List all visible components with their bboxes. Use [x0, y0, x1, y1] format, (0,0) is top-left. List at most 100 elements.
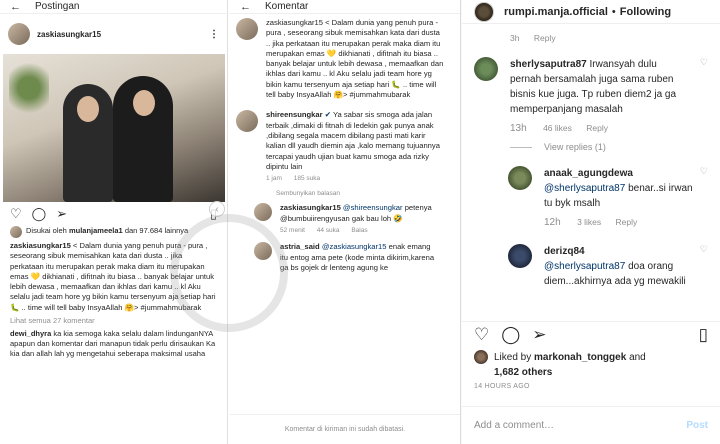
- heart-icon[interactable]: ♡: [10, 206, 22, 222]
- avatar[interactable]: [236, 110, 258, 133]
- list-item: astria_said @zaskiasungkar15 enak emang …: [230, 236, 460, 273]
- photo-person-man: [63, 84, 113, 202]
- post-username[interactable]: zaskiasungkar15: [37, 30, 101, 39]
- view-all-comments[interactable]: Lihat semua 27 komentar: [0, 313, 227, 328]
- post-button[interactable]: Post: [686, 420, 708, 431]
- following-button[interactable]: Following: [620, 6, 671, 18]
- likes-prefix: Disukai oleh: [26, 226, 67, 235]
- back-arrow-icon[interactable]: ←: [10, 1, 21, 13]
- list-item: shireensungkar ✔ Ya sabar sis smoga ada …: [230, 100, 460, 184]
- avatar[interactable]: [254, 203, 272, 222]
- view-replies-link[interactable]: View replies (1): [462, 136, 720, 152]
- comments-header-title: Komentar: [265, 1, 309, 12]
- reply-mention[interactable]: @shireensungkar: [343, 203, 403, 212]
- avatar[interactable]: [474, 1, 494, 22]
- reply-mention[interactable]: @sherlysaputra87: [544, 183, 625, 194]
- likes-user[interactable]: mulanjameela1: [69, 226, 123, 235]
- avatar[interactable]: [508, 244, 532, 268]
- post-detail-panel: rumpi.manja.official • Following 3h Repl…: [462, 0, 720, 444]
- comments-limited-notice: Komentar di kiriman ini sudah dibatasi.: [230, 414, 460, 444]
- reply-user[interactable]: zaskiasungkar15: [280, 203, 341, 212]
- post-likes: Disukai oleh mulanjameela1 dan 97.684 la…: [0, 226, 227, 238]
- avatar[interactable]: [236, 18, 258, 40]
- reply-button[interactable]: Reply: [534, 33, 556, 43]
- liked-by-and: and: [629, 352, 646, 363]
- liked-by-user[interactable]: markonah_tonggek: [534, 352, 626, 363]
- post-action-bar: ♡ ◯ ➢ ▯: [462, 321, 720, 347]
- photo-person-woman: [113, 76, 173, 202]
- reply-meta: 12h 3 likes Reply: [544, 215, 694, 230]
- list-item: sherlysaputra87 Irwansyah dulu pernah be…: [462, 43, 720, 136]
- heart-icon[interactable]: ♡: [700, 166, 708, 177]
- comment-text: Ya sabar sis smoga ada jalan terbaik ,di…: [266, 110, 440, 171]
- photo-plant: [9, 58, 49, 118]
- add-comment-bar: Add a comment… Post: [462, 406, 720, 444]
- comment-time: 3h: [510, 33, 520, 43]
- liked-by-count[interactable]: 1,682 others: [494, 367, 552, 378]
- heart-icon[interactable]: ♡: [700, 244, 708, 255]
- reply-meta: 52 menit 44 suka Balas: [280, 226, 440, 236]
- comment-icon[interactable]: ◯: [501, 325, 520, 345]
- separator-dot: •: [611, 5, 616, 18]
- post-photo[interactable]: [3, 54, 225, 202]
- post-header-title: Postingan: [35, 1, 80, 12]
- comment-meta: 3h Reply: [462, 25, 720, 43]
- post-header: ← Postingan: [0, 0, 227, 14]
- comments-header: ← Komentar: [230, 0, 460, 14]
- comment-user[interactable]: dewi_dhyra: [10, 329, 51, 338]
- liked-by-prefix: Liked by: [494, 352, 532, 363]
- reply-time: 12h: [544, 217, 561, 228]
- reply-button[interactable]: Reply: [616, 217, 638, 227]
- avatar[interactable]: [254, 242, 272, 261]
- comment-time: 13h: [510, 123, 527, 134]
- reply-button[interactable]: Reply: [586, 123, 608, 133]
- post-caption: zaskiasungkar15 < Dalam dunia yang penuh…: [0, 238, 227, 313]
- add-comment-input[interactable]: Add a comment…: [474, 420, 554, 431]
- comments-list[interactable]: 3h Reply sherlysaputra87 Irwansyah dulu …: [462, 25, 720, 318]
- avatar: [474, 350, 488, 364]
- post-likes: Liked by markonah_tonggek and 1,682 othe…: [474, 350, 646, 380]
- reply-likes[interactable]: 3 likes: [577, 217, 601, 227]
- bookmark-icon[interactable]: ▯: [699, 325, 708, 345]
- chevron-left-icon[interactable]: ‹: [209, 201, 225, 217]
- list-item: zaskiasungkar15 @shireensungkar petenya …: [230, 197, 460, 236]
- share-icon[interactable]: ➢: [532, 325, 546, 345]
- more-options-icon[interactable]: ⋮: [209, 29, 219, 40]
- reply-mention[interactable]: @zaskiasungkar15: [322, 242, 387, 251]
- reply-button[interactable]: Balas: [351, 227, 367, 234]
- avatar[interactable]: [508, 166, 532, 190]
- reply-mention[interactable]: @sherlysaputra87: [544, 261, 625, 272]
- avatar[interactable]: [474, 57, 498, 81]
- heart-icon[interactable]: ♡: [700, 57, 708, 68]
- comment-user[interactable]: shireensungkar: [266, 110, 323, 119]
- post-timestamp: 14 HOURS AGO: [474, 383, 530, 390]
- caption-text: zaskiasungkar15 < Dalam dunia yang penuh…: [266, 18, 444, 100]
- heart-icon[interactable]: ♡: [474, 325, 489, 345]
- post-user-row: zaskiasungkar15 ⋮: [0, 14, 227, 54]
- hide-replies-link[interactable]: Sembunyikan balasan: [230, 184, 460, 197]
- reply-user[interactable]: anaak_agungdewa: [544, 168, 633, 179]
- comment-meta: 13h 46 likes Reply: [510, 121, 686, 136]
- reply-user[interactable]: astria_said: [280, 242, 320, 251]
- post-detail-header: rumpi.manja.official • Following: [462, 0, 720, 24]
- verified-icon: ✔: [324, 110, 332, 120]
- avatar[interactable]: [8, 23, 30, 45]
- comment-likes[interactable]: 185 suka: [294, 175, 320, 182]
- reply-time: 52 menit: [280, 227, 305, 235]
- list-item: dewi_dhyra ka kia semoga kaka selalu dal…: [0, 328, 227, 360]
- post-actions: ♡ ◯ ➢ ▯: [0, 202, 227, 226]
- comment-likes[interactable]: 46 likes: [543, 123, 572, 133]
- list-item: derizq84 @sherlysaputra87 doa orang diem…: [462, 230, 720, 289]
- share-icon[interactable]: ➢: [56, 206, 67, 222]
- comment-icon[interactable]: ◯: [32, 206, 47, 222]
- caption-comment: zaskiasungkar15 < Dalam dunia yang penuh…: [230, 14, 460, 100]
- account-name[interactable]: rumpi.manja.official: [504, 6, 608, 18]
- likes-suffix[interactable]: dan 97.684 lainnya: [125, 226, 188, 235]
- comment-time: 1 jam: [266, 175, 282, 183]
- caption-text: < Dalam dunia yang penuh pura - pura , s…: [10, 241, 216, 312]
- back-arrow-icon[interactable]: ←: [240, 1, 251, 13]
- reply-user[interactable]: derizq84: [544, 246, 585, 257]
- caption-user[interactable]: zaskiasungkar15: [10, 241, 71, 250]
- reply-likes[interactable]: 44 suka: [317, 227, 340, 234]
- comment-user[interactable]: sherlysaputra87: [510, 59, 587, 70]
